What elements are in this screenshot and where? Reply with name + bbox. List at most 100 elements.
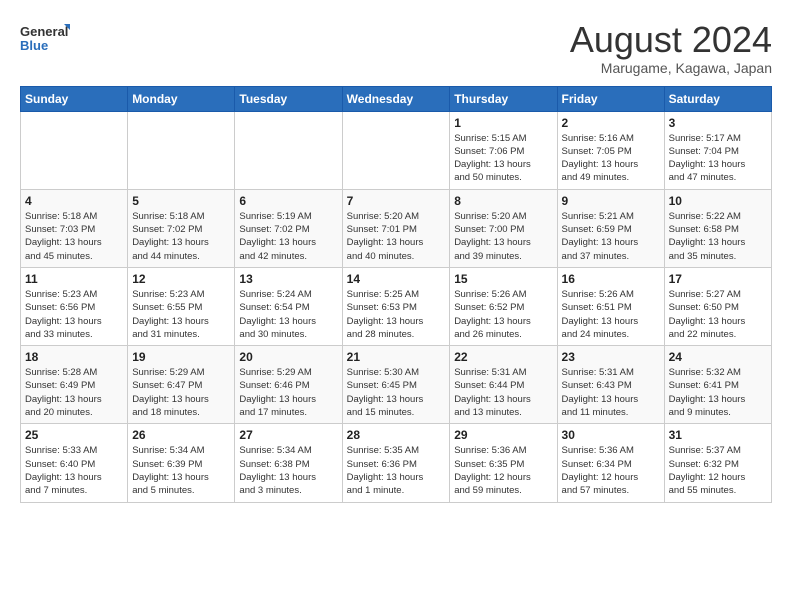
day-info: Sunrise: 5:29 AM Sunset: 6:47 PM Dayligh… xyxy=(132,366,230,419)
day-info: Sunrise: 5:15 AM Sunset: 7:06 PM Dayligh… xyxy=(454,132,552,185)
day-info: Sunrise: 5:28 AM Sunset: 6:49 PM Dayligh… xyxy=(25,366,123,419)
calendar-day-cell: 2 Sunrise: 5:16 AM Sunset: 7:05 PM Daylig… xyxy=(557,111,664,189)
day-number: 8 xyxy=(454,194,552,208)
day-number: 13 xyxy=(239,272,337,286)
calendar-day-cell: 30 Sunrise: 5:36 AM Sunset: 6:34 PM Dayli… xyxy=(557,424,664,502)
calendar-day-cell: 1 Sunrise: 5:15 AM Sunset: 7:06 PM Daylig… xyxy=(450,111,557,189)
calendar-day-cell: 19 Sunrise: 5:29 AM Sunset: 6:47 PM Dayli… xyxy=(128,346,235,424)
day-number: 5 xyxy=(132,194,230,208)
calendar-day-header: Friday xyxy=(557,86,664,111)
day-number: 21 xyxy=(347,350,446,364)
calendar-week-row: 11 Sunrise: 5:23 AM Sunset: 6:56 PM Dayli… xyxy=(21,267,772,345)
day-info: Sunrise: 5:37 AM Sunset: 6:32 PM Dayligh… xyxy=(669,444,767,497)
day-number: 4 xyxy=(25,194,123,208)
day-number: 20 xyxy=(239,350,337,364)
day-number: 17 xyxy=(669,272,767,286)
day-number: 25 xyxy=(25,428,123,442)
day-number: 10 xyxy=(669,194,767,208)
calendar-day-cell: 18 Sunrise: 5:28 AM Sunset: 6:49 PM Dayli… xyxy=(21,346,128,424)
day-number: 19 xyxy=(132,350,230,364)
day-info: Sunrise: 5:18 AM Sunset: 7:03 PM Dayligh… xyxy=(25,210,123,263)
day-number: 29 xyxy=(454,428,552,442)
day-number: 24 xyxy=(669,350,767,364)
day-info: Sunrise: 5:31 AM Sunset: 6:43 PM Dayligh… xyxy=(562,366,660,419)
day-info: Sunrise: 5:29 AM Sunset: 6:46 PM Dayligh… xyxy=(239,366,337,419)
day-info: Sunrise: 5:25 AM Sunset: 6:53 PM Dayligh… xyxy=(347,288,446,341)
logo-icon: General Blue xyxy=(20,20,70,58)
day-number: 22 xyxy=(454,350,552,364)
calendar-day-cell: 15 Sunrise: 5:26 AM Sunset: 6:52 PM Dayli… xyxy=(450,267,557,345)
calendar-day-cell: 16 Sunrise: 5:26 AM Sunset: 6:51 PM Dayli… xyxy=(557,267,664,345)
day-number: 7 xyxy=(347,194,446,208)
calendar-day-header: Monday xyxy=(128,86,235,111)
calendar-day-header: Sunday xyxy=(21,86,128,111)
day-info: Sunrise: 5:20 AM Sunset: 7:00 PM Dayligh… xyxy=(454,210,552,263)
calendar-day-cell: 21Sunrise: 5:30 AM Sunset: 6:45 PM Dayli… xyxy=(342,346,450,424)
calendar-day-cell xyxy=(128,111,235,189)
calendar-day-header: Tuesday xyxy=(235,86,342,111)
day-number: 6 xyxy=(239,194,337,208)
calendar-day-cell: 22 Sunrise: 5:31 AM Sunset: 6:44 PM Dayli… xyxy=(450,346,557,424)
day-number: 9 xyxy=(562,194,660,208)
calendar-day-cell: 14 Sunrise: 5:25 AM Sunset: 6:53 PM Dayli… xyxy=(342,267,450,345)
calendar-day-cell: 7 Sunrise: 5:20 AM Sunset: 7:01 PM Daylig… xyxy=(342,189,450,267)
calendar-day-cell: 13 Sunrise: 5:24 AM Sunset: 6:54 PM Dayli… xyxy=(235,267,342,345)
calendar-day-cell: 26 Sunrise: 5:34 AM Sunset: 6:39 PM Dayli… xyxy=(128,424,235,502)
calendar-day-header: Thursday xyxy=(450,86,557,111)
day-info: Sunrise: 5:34 AM Sunset: 6:38 PM Dayligh… xyxy=(239,444,337,497)
day-number: 12 xyxy=(132,272,230,286)
day-info: Sunrise: 5:22 AM Sunset: 6:58 PM Dayligh… xyxy=(669,210,767,263)
day-info: Sunrise: 5:32 AM Sunset: 6:41 PM Dayligh… xyxy=(669,366,767,419)
day-number: 30 xyxy=(562,428,660,442)
day-number: 11 xyxy=(25,272,123,286)
day-info: Sunrise: 5:20 AM Sunset: 7:01 PM Dayligh… xyxy=(347,210,446,263)
day-info: Sunrise: 5:35 AM Sunset: 6:36 PM Dayligh… xyxy=(347,444,446,497)
day-info: Sunrise: 5:18 AM Sunset: 7:02 PM Dayligh… xyxy=(132,210,230,263)
calendar-day-cell: 12Sunrise: 5:23 AM Sunset: 6:55 PM Dayli… xyxy=(128,267,235,345)
calendar-day-cell: 11 Sunrise: 5:23 AM Sunset: 6:56 PM Dayli… xyxy=(21,267,128,345)
calendar-week-row: 4 Sunrise: 5:18 AM Sunset: 7:03 PM Daylig… xyxy=(21,189,772,267)
day-number: 14 xyxy=(347,272,446,286)
calendar-day-cell: 4 Sunrise: 5:18 AM Sunset: 7:03 PM Daylig… xyxy=(21,189,128,267)
calendar-day-cell: 6Sunrise: 5:19 AM Sunset: 7:02 PM Daylig… xyxy=(235,189,342,267)
calendar-week-row: 18 Sunrise: 5:28 AM Sunset: 6:49 PM Dayli… xyxy=(21,346,772,424)
day-number: 2 xyxy=(562,116,660,130)
calendar-day-cell xyxy=(235,111,342,189)
calendar-day-cell xyxy=(21,111,128,189)
calendar-day-cell: 25 Sunrise: 5:33 AM Sunset: 6:40 PM Dayli… xyxy=(21,424,128,502)
day-info: Sunrise: 5:33 AM Sunset: 6:40 PM Dayligh… xyxy=(25,444,123,497)
calendar-day-header: Wednesday xyxy=(342,86,450,111)
day-info: Sunrise: 5:36 AM Sunset: 6:35 PM Dayligh… xyxy=(454,444,552,497)
day-number: 15 xyxy=(454,272,552,286)
day-info: Sunrise: 5:23 AM Sunset: 6:56 PM Dayligh… xyxy=(25,288,123,341)
day-info: Sunrise: 5:21 AM Sunset: 6:59 PM Dayligh… xyxy=(562,210,660,263)
calendar-day-cell: 17Sunrise: 5:27 AM Sunset: 6:50 PM Dayli… xyxy=(664,267,771,345)
svg-text:General: General xyxy=(20,24,68,39)
day-number: 18 xyxy=(25,350,123,364)
calendar-day-cell: 31Sunrise: 5:37 AM Sunset: 6:32 PM Dayli… xyxy=(664,424,771,502)
day-number: 3 xyxy=(669,116,767,130)
day-number: 28 xyxy=(347,428,446,442)
calendar-header-row: SundayMondayTuesdayWednesdayThursdayFrid… xyxy=(21,86,772,111)
day-info: Sunrise: 5:36 AM Sunset: 6:34 PM Dayligh… xyxy=(562,444,660,497)
day-info: Sunrise: 5:16 AM Sunset: 7:05 PM Dayligh… xyxy=(562,132,660,185)
day-info: Sunrise: 5:24 AM Sunset: 6:54 PM Dayligh… xyxy=(239,288,337,341)
day-number: 26 xyxy=(132,428,230,442)
day-number: 27 xyxy=(239,428,337,442)
calendar-day-cell: 23 Sunrise: 5:31 AM Sunset: 6:43 PM Dayli… xyxy=(557,346,664,424)
calendar-week-row: 25 Sunrise: 5:33 AM Sunset: 6:40 PM Dayli… xyxy=(21,424,772,502)
calendar-day-cell: 28 Sunrise: 5:35 AM Sunset: 6:36 PM Dayli… xyxy=(342,424,450,502)
day-info: Sunrise: 5:26 AM Sunset: 6:52 PM Dayligh… xyxy=(454,288,552,341)
calendar-day-header: Saturday xyxy=(664,86,771,111)
day-number: 1 xyxy=(454,116,552,130)
calendar-day-cell: 9 Sunrise: 5:21 AM Sunset: 6:59 PM Daylig… xyxy=(557,189,664,267)
calendar-day-cell: 8 Sunrise: 5:20 AM Sunset: 7:00 PM Daylig… xyxy=(450,189,557,267)
day-number: 23 xyxy=(562,350,660,364)
day-info: Sunrise: 5:34 AM Sunset: 6:39 PM Dayligh… xyxy=(132,444,230,497)
day-number: 16 xyxy=(562,272,660,286)
day-info: Sunrise: 5:26 AM Sunset: 6:51 PM Dayligh… xyxy=(562,288,660,341)
calendar-day-cell: 5 Sunrise: 5:18 AM Sunset: 7:02 PM Daylig… xyxy=(128,189,235,267)
logo: General Blue xyxy=(20,20,70,58)
calendar-day-cell: 29 Sunrise: 5:36 AM Sunset: 6:35 PM Dayli… xyxy=(450,424,557,502)
day-info: Sunrise: 5:31 AM Sunset: 6:44 PM Dayligh… xyxy=(454,366,552,419)
